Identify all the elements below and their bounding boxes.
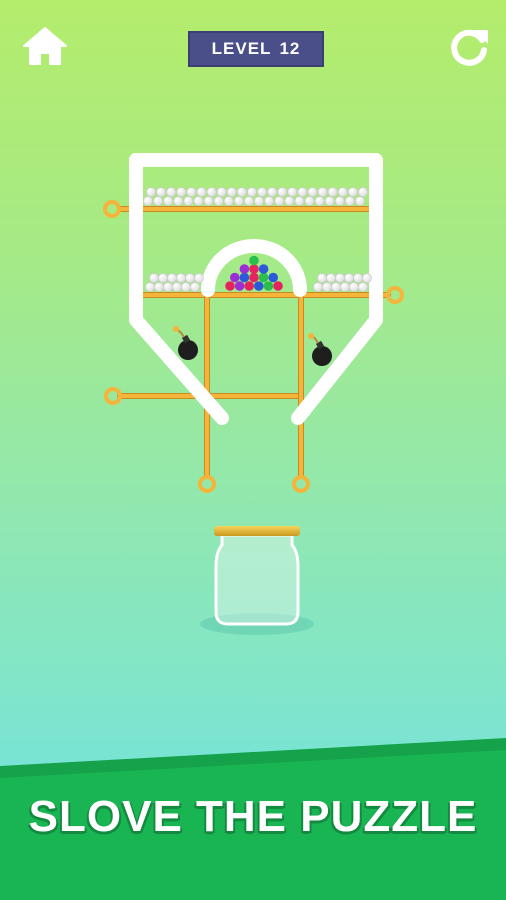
bottom-banner xyxy=(0,738,506,900)
banner-title: SLOVE THE PUZZLE xyxy=(28,792,478,841)
game-stage: LEVEL 12 SLOVE THE PUZZLE xyxy=(0,0,506,900)
